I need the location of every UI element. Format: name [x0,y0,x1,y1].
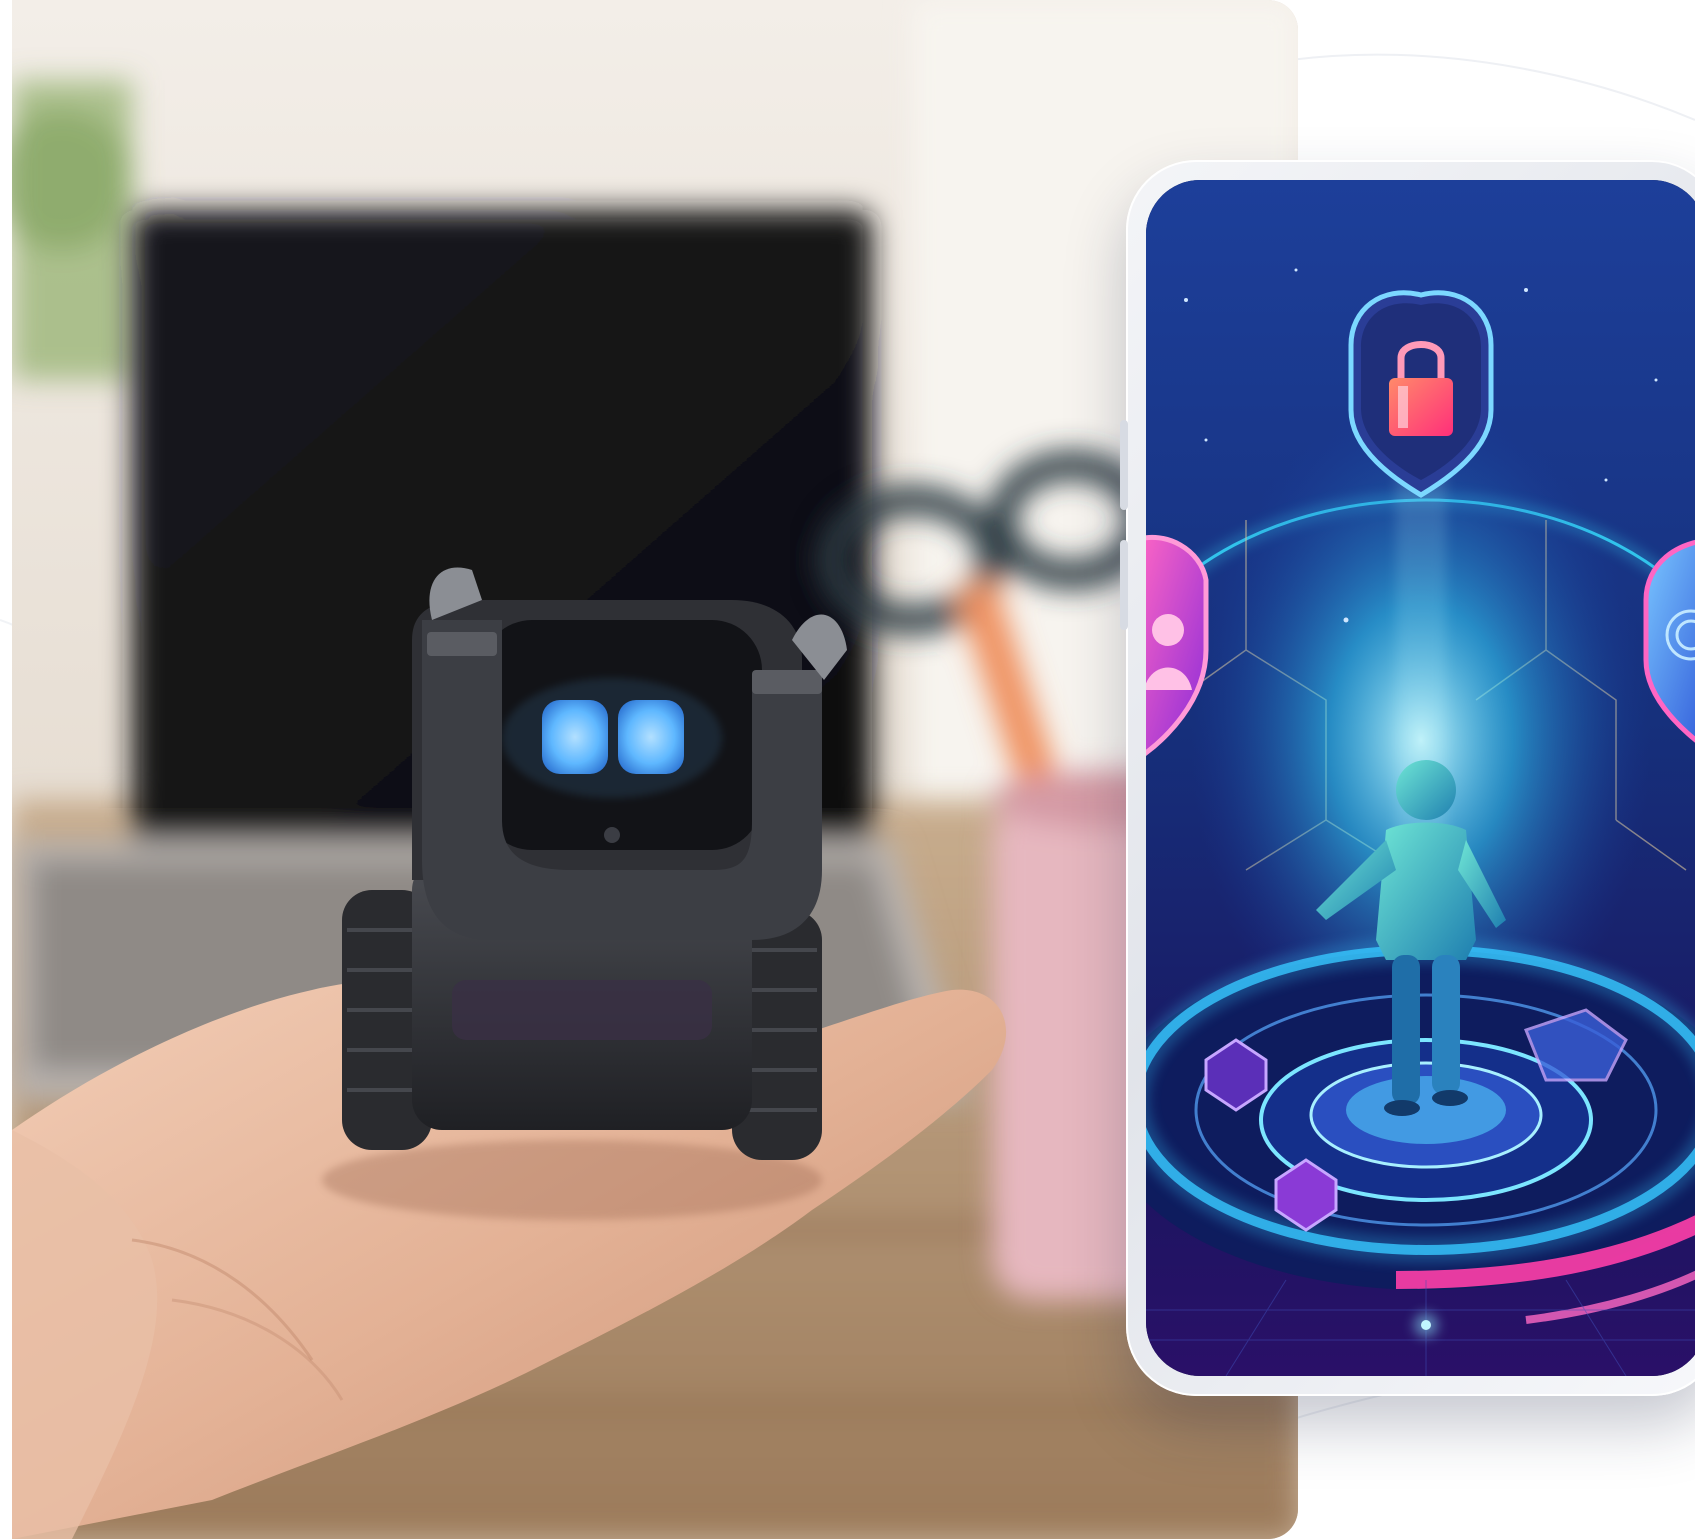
phone-volume-button [1120,420,1128,510]
hero-visual [0,0,1695,1539]
robot-photo [12,0,1298,1539]
phone-screen [1146,180,1695,1376]
phone-volume-button [1120,540,1128,630]
phone-mockup [1120,160,1695,1396]
robot-photo-art [12,0,1298,1539]
digital-identity-illustration [1146,180,1695,1376]
